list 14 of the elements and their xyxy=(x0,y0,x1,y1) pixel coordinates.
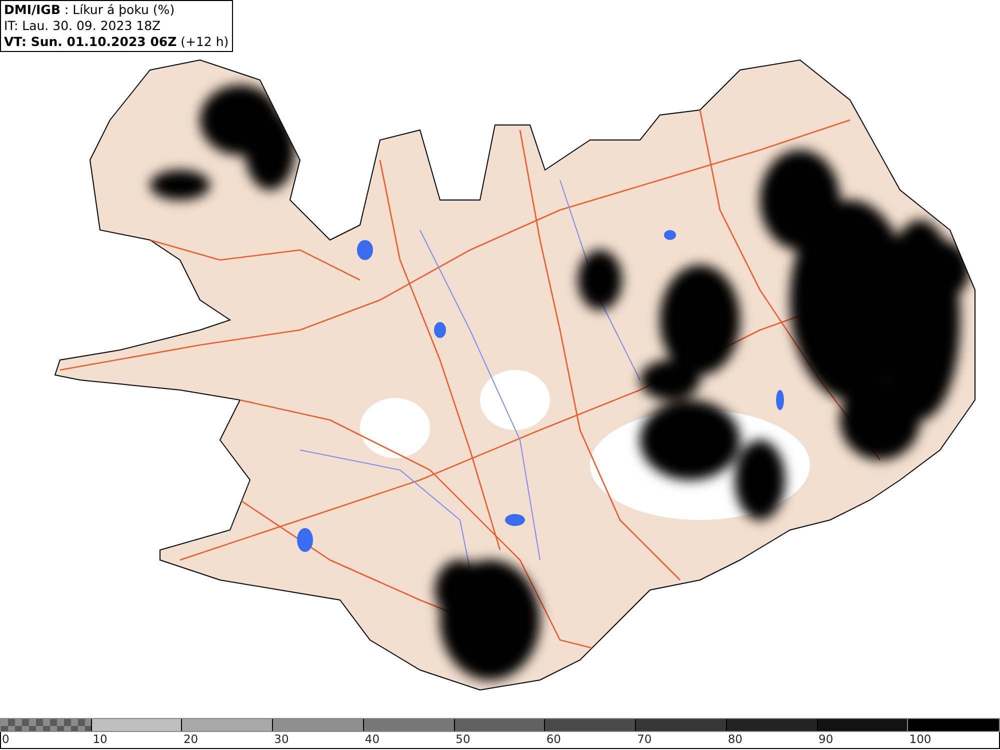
legend-tick-label: 50 xyxy=(454,732,470,748)
legend-tick-label: 20 xyxy=(182,732,198,748)
title-line: DMI/IGB : Líkur á þoku (%) xyxy=(4,2,176,18)
legend-tick-label: 70 xyxy=(636,732,652,748)
title-line: VT: Sun. 01.10.2023 06Z (+12 h) xyxy=(4,34,229,50)
legend-tick-label: 40 xyxy=(364,732,380,748)
legend-tick-label: 100 xyxy=(908,732,932,748)
legend-tick-label: 10 xyxy=(92,732,108,748)
legend-tick-label: 60 xyxy=(545,732,561,748)
legend-tick-label: 0 xyxy=(1,732,10,748)
legend-tick-label: 80 xyxy=(726,732,742,748)
title-line: IT: Lau. 30. 09. 2023 18Z xyxy=(4,18,162,34)
legend-tick-label: 30 xyxy=(273,732,289,748)
legend-tick-label: 90 xyxy=(818,732,834,748)
